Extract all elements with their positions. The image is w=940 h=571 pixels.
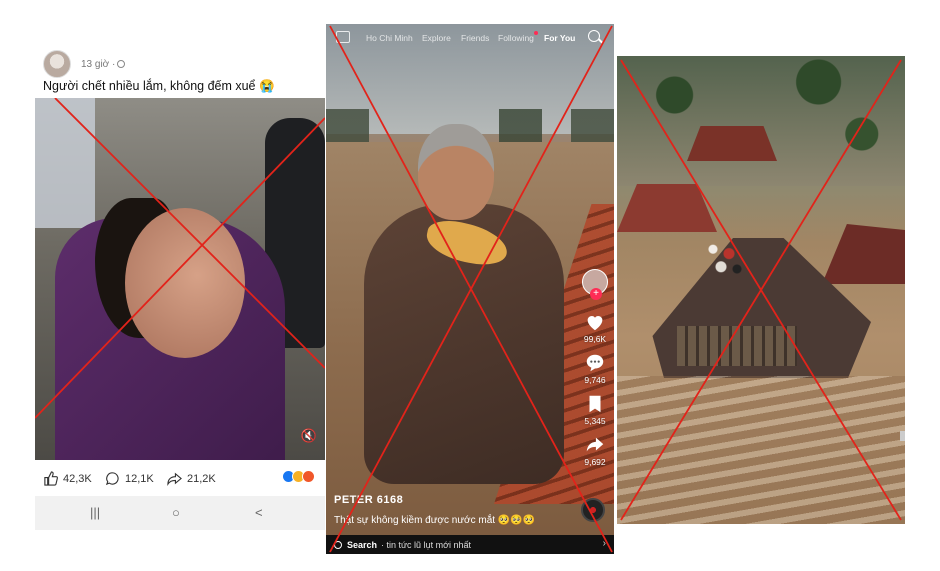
woman-face <box>125 208 245 358</box>
share-arrow-icon <box>586 437 604 452</box>
aerial-flood-photo <box>617 56 905 524</box>
post-video[interactable]: 🔇 <box>35 98 325 460</box>
post-meta: 13 giờ · <box>81 59 126 70</box>
tab-friends[interactable]: Friends <box>461 33 489 43</box>
like-count: 99,6K <box>583 334 607 344</box>
comment-count: 9,746 <box>584 375 606 385</box>
chevron-right-icon: › <box>602 538 606 549</box>
tiktok-video-screenshot: Ho Chi Minh Explore Friends Following Fo… <box>326 24 614 554</box>
post-time: 13 giờ <box>81 59 110 70</box>
search-label: Search <box>347 539 378 550</box>
save-count: 5,345 <box>584 416 606 426</box>
tab-explore[interactable]: Explore <box>422 33 451 43</box>
search-icon[interactable] <box>588 30 600 42</box>
comment-bubble-icon <box>586 354 604 372</box>
home-button[interactable]: ○ <box>172 505 180 520</box>
tiktok-action-rail: + 99,6K 9,746 5,345 9,692 <box>580 269 610 467</box>
share-button[interactable]: 21,2K <box>167 471 216 486</box>
tab-following[interactable]: Following <box>498 33 534 43</box>
submerged-house-wall <box>677 326 797 366</box>
post-caption: Người chết nhiều lắm, không đếm xuể 😭 <box>43 79 275 93</box>
elderly-woman-head <box>418 124 494 220</box>
background-roof <box>687 126 777 161</box>
android-nav-bar: ||| ○ < <box>35 496 325 530</box>
globe-icon <box>117 60 126 68</box>
background-wall <box>35 98 95 228</box>
heart-icon <box>587 316 603 331</box>
tab-ho-chi-minh[interactable]: Ho Chi Minh <box>366 33 413 43</box>
comment-button[interactable]: 12,1K <box>105 471 154 486</box>
notification-dot <box>534 31 538 35</box>
search-icon <box>334 540 342 549</box>
creator-username[interactable]: PETER 6168 <box>334 494 403 506</box>
avatar[interactable] <box>43 50 71 78</box>
video-description: Thật sự không kiềm được nước mắt 🥺🥺🥺 <box>334 515 536 526</box>
post-header: 13 giờ · Người chết nhiều lắm, không đếm… <box>35 40 325 98</box>
people-on-roof <box>705 236 745 280</box>
rushing-water <box>617 376 905 524</box>
angry-reaction-icon <box>302 470 315 483</box>
tiktok-top-nav: Ho Chi Minh Explore Friends Following Fo… <box>326 24 614 52</box>
woman-figure <box>55 198 285 460</box>
share-count: 9,692 <box>584 457 606 467</box>
live-icon[interactable] <box>336 31 350 43</box>
facebook-post-screenshot: 13 giờ · Người chết nhiều lắm, không đếm… <box>35 40 325 530</box>
post-actions: 42,3K 12,1K 21,2K <box>35 460 325 496</box>
search-query: · tin tức lũ lụt mới nhất <box>381 539 471 550</box>
bookmark-icon <box>589 395 601 413</box>
like-button[interactable]: 42,3K <box>43 471 92 486</box>
recents-button[interactable]: ||| <box>90 505 100 520</box>
right-roof <box>822 224 905 284</box>
share-icon <box>167 472 182 486</box>
flooded-village <box>617 56 905 186</box>
comment-button[interactable]: 9,746 <box>584 352 606 385</box>
share-count: 21,2K <box>187 472 216 485</box>
back-button[interactable]: < <box>255 505 263 520</box>
like-count: 42,3K <box>63 472 92 485</box>
save-button[interactable]: 5,345 <box>584 393 606 426</box>
related-search-bar[interactable]: Search · tin tức lũ lụt mới nhất › <box>326 535 614 554</box>
comment-count: 12,1K <box>125 472 154 485</box>
tab-for-you[interactable]: For You <box>544 33 575 43</box>
mute-icon[interactable]: 🔇 <box>301 428 317 444</box>
comment-icon <box>105 472 119 486</box>
follow-plus-icon[interactable]: + <box>590 288 602 300</box>
left-roof <box>617 184 717 232</box>
thumbs-up-icon <box>44 471 58 486</box>
share-button[interactable]: 9,692 <box>584 434 606 467</box>
music-disc-icon[interactable] <box>581 498 605 522</box>
creator-avatar[interactable]: + <box>582 269 608 300</box>
reaction-icons[interactable] <box>282 470 315 483</box>
like-button[interactable]: 99,6K <box>584 311 606 344</box>
partial-side-icon <box>900 431 905 441</box>
